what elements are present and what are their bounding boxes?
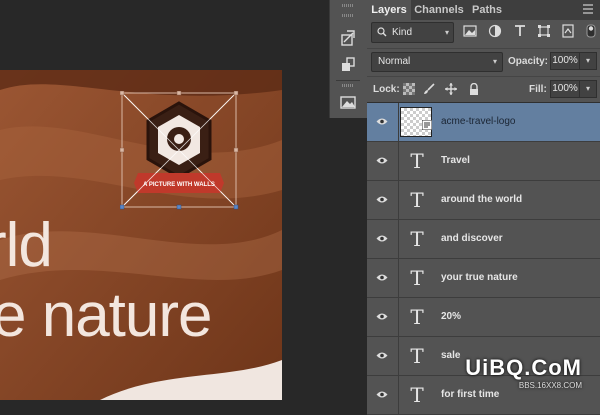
layer-name: and discover	[441, 233, 503, 244]
visibility-toggle[interactable]	[367, 298, 399, 336]
text-layer-icon: T	[410, 383, 424, 407]
layer-row-travel[interactable]: T Travel	[367, 142, 600, 181]
canvas-text-world: rld	[0, 211, 53, 280]
blend-opacity-row: Normal ▾ Opacity: 100% ▾	[367, 48, 600, 73]
strip-grip[interactable]	[342, 4, 354, 7]
chevron-down-icon: ▾	[492, 57, 497, 66]
image-panel-icon[interactable]	[338, 92, 358, 112]
text-layer-icon: T	[410, 188, 424, 212]
layer-name: around the world	[441, 194, 523, 205]
layer-name: your true nature	[441, 272, 518, 283]
visibility-toggle[interactable]	[367, 259, 399, 297]
lock-position-move-icon[interactable]	[445, 83, 457, 95]
filter-smart-object-icon[interactable]	[561, 24, 575, 38]
opacity-label: Opacity:	[508, 56, 549, 67]
layer-name: Travel	[441, 155, 470, 166]
strip-grip-3[interactable]	[342, 84, 354, 87]
visibility-toggle[interactable]	[367, 103, 399, 141]
eye-icon	[376, 391, 388, 398]
layer-name: 20%	[441, 311, 462, 322]
filter-type-icon[interactable]	[513, 24, 527, 38]
layer-row-your-true-nature[interactable]: T your true nature	[367, 259, 600, 298]
panel-menu-icon[interactable]	[582, 4, 594, 14]
visibility-toggle[interactable]	[367, 181, 399, 219]
lock-all-icon[interactable]	[468, 83, 480, 95]
eye-icon	[376, 274, 388, 281]
filter-pixel-icon[interactable]	[463, 24, 477, 38]
visibility-toggle[interactable]	[367, 220, 399, 258]
adjustments-icon[interactable]	[338, 54, 358, 74]
layer-name: acme-travel-logo	[441, 116, 516, 127]
fill-label: Fill:	[529, 84, 547, 95]
visibility-toggle[interactable]	[367, 337, 399, 375]
filter-kind-select[interactable]: Kind ▾	[371, 22, 454, 43]
watermark-sub: BBS.16XX8.COM	[518, 381, 582, 390]
visibility-toggle[interactable]	[367, 142, 399, 180]
watermark-main: UiBQ.CoM	[465, 355, 582, 380]
site-watermark: UiBQ.CoM BBS.16XX8.COM	[465, 355, 582, 390]
layer-row-and-discover[interactable]: T and discover	[367, 220, 600, 259]
strip-grip-2[interactable]	[342, 14, 354, 17]
eye-icon	[376, 118, 388, 125]
eye-icon	[376, 235, 388, 242]
visibility-toggle[interactable]	[367, 376, 399, 414]
filter-shape-icon[interactable]	[537, 24, 551, 38]
text-layer-icon: T	[410, 344, 424, 368]
blend-mode-label: Normal	[378, 56, 411, 67]
lock-image-brush-icon[interactable]	[423, 83, 435, 95]
lock-transparent-icon[interactable]	[403, 83, 415, 95]
eye-icon	[376, 196, 388, 203]
opacity-input[interactable]: 100%	[550, 52, 580, 70]
layer-row-around-the-world[interactable]: T around the world	[367, 181, 600, 220]
layer-filter-row: Kind ▾	[367, 21, 600, 45]
layer-row-20-percent[interactable]: T 20%	[367, 298, 600, 337]
lock-label: Lock:	[373, 84, 400, 95]
properties-icon[interactable]	[338, 28, 358, 48]
opacity-dropdown-icon[interactable]: ▾	[579, 52, 597, 70]
eye-icon	[376, 313, 388, 320]
logo-with-transform-handles[interactable]: A PICTURE WITH WALLS	[120, 91, 240, 211]
tab-channels[interactable]: Channels	[413, 0, 465, 20]
eye-icon	[376, 352, 388, 359]
text-layer-icon: T	[410, 266, 424, 290]
layer-name: sale	[441, 350, 461, 361]
search-icon	[377, 27, 387, 37]
tab-layers[interactable]: Layers	[367, 0, 411, 20]
strip-separator	[336, 80, 360, 81]
filter-kind-label: Kind	[392, 27, 413, 38]
eye-icon	[376, 157, 388, 164]
canvas-text-nature: e nature	[0, 281, 213, 350]
document-canvas[interactable]: rld e nature A PICTURE WITH WALLS	[0, 70, 282, 400]
text-layer-icon: T	[410, 305, 424, 329]
fill-dropdown-icon[interactable]: ▾	[579, 80, 597, 98]
tab-paths[interactable]: Paths	[467, 0, 507, 20]
logo-banner-text: A PICTURE WITH WALLS	[143, 182, 215, 188]
filter-toggle-icon[interactable]	[584, 24, 598, 38]
layers-panel: Layers Channels Paths Kind ▾ Normal ▾ Op…	[367, 0, 600, 415]
text-layer-icon: T	[410, 149, 424, 173]
text-layer-icon: T	[410, 227, 424, 251]
fill-input[interactable]: 100%	[550, 80, 580, 98]
lock-fill-row: Lock: Fill: 100% ▾	[367, 76, 600, 101]
panel-tool-strip	[329, 0, 368, 118]
smart-object-badge-icon	[422, 120, 432, 130]
layer-row-acme-travel-logo[interactable]: acme-travel-logo	[367, 103, 600, 142]
chevron-down-icon: ▾	[444, 28, 449, 37]
panel-tabs: Layers Channels Paths	[367, 0, 600, 20]
blend-mode-select[interactable]: Normal ▾	[371, 52, 503, 72]
filter-adjustment-icon[interactable]	[488, 24, 502, 38]
